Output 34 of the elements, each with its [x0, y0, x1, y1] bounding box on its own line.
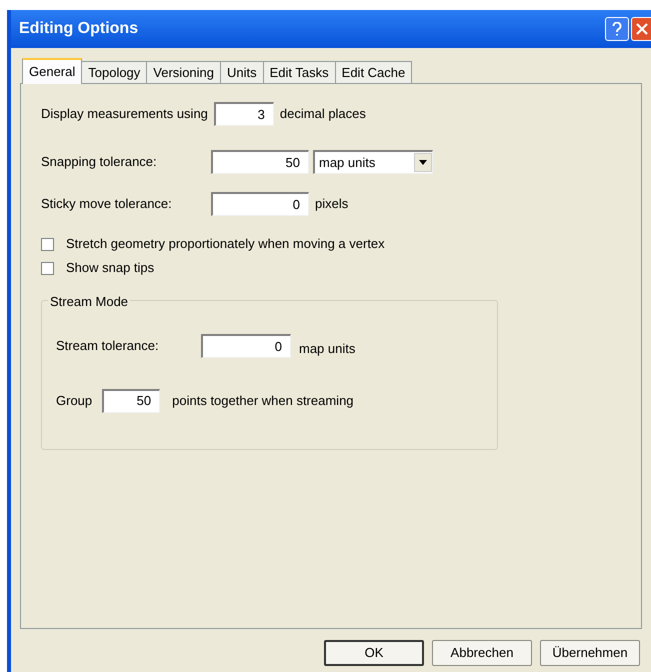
close-button[interactable] — [631, 17, 651, 41]
field-label: Display measurements using — [41, 105, 208, 124]
sticky-tolerance-field[interactable]: 0 — [211, 192, 309, 216]
group-points-field[interactable]: 50 — [102, 388, 160, 412]
tab[interactable]: Versioning — [147, 61, 222, 83]
unit-label: decimal places — [280, 105, 366, 124]
unit-label: pixels — [315, 195, 348, 214]
checkbox-label: Show snap tips — [66, 259, 154, 278]
dialog-button[interactable]: Übernehmen — [540, 640, 640, 666]
tab[interactable]: Edit Tasks — [264, 61, 336, 83]
snapping-tolerance-field[interactable]: 50 — [211, 150, 309, 174]
dialog-button[interactable]: Abbrechen — [432, 640, 532, 666]
dropdown-value: map units — [319, 154, 376, 172]
tab[interactable]: Edit Cache — [336, 61, 412, 83]
tab[interactable]: General — [22, 58, 82, 84]
close-icon — [636, 23, 648, 35]
dialog-button[interactable]: OK — [324, 640, 424, 666]
tab[interactable]: Units — [221, 61, 264, 83]
stream-tolerance-field[interactable]: 0 — [201, 334, 291, 358]
tab[interactable]: Topology — [82, 61, 148, 83]
field-label: Sticky move tolerance: — [41, 195, 173, 214]
units-dropdown[interactable]: map units — [313, 150, 433, 174]
decimal-places-field[interactable]: 3 — [214, 102, 274, 126]
checkbox[interactable] — [41, 238, 54, 250]
unit-label: map units — [299, 340, 356, 358]
field-label: Group — [56, 392, 92, 410]
checkbox[interactable] — [41, 262, 54, 274]
window-title: Editing Options — [19, 19, 140, 39]
help-button[interactable] — [605, 17, 629, 41]
unit-label: points together when streaming — [172, 392, 354, 410]
field-label: Stream tolerance: — [56, 337, 160, 355]
field-label: Snapping tolerance: — [41, 153, 158, 172]
checkbox-label: Stretch geometry proportionately when moving a vertex — [66, 235, 385, 254]
question-mark-icon — [612, 22, 622, 36]
